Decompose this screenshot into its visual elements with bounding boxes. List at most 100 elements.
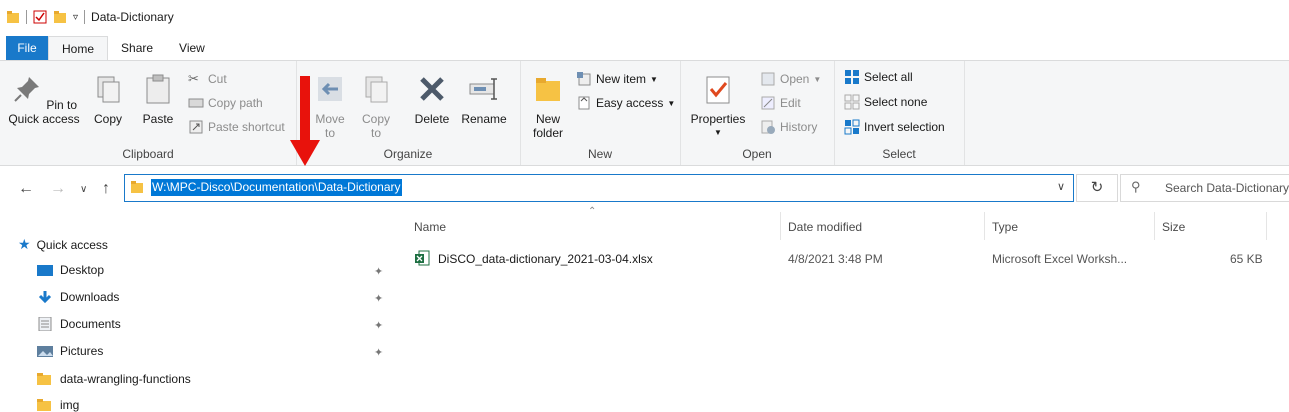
column-divider[interactable] — [1266, 212, 1267, 240]
cut-button[interactable]: ✂ Cut — [188, 69, 227, 89]
new-folder-button[interactable]: New folder — [528, 73, 568, 140]
edit-button[interactable]: Edit — [760, 93, 801, 113]
refresh-button[interactable]: ↻ — [1076, 174, 1118, 202]
folder-icon — [131, 181, 143, 193]
column-divider[interactable] — [1154, 212, 1155, 240]
pin-icon[interactable]: ✦ — [374, 265, 383, 278]
customize-toolbar-icon[interactable]: ▿ — [73, 12, 78, 23]
quick-access-toolbar: ▿ Data-Dictionary — [6, 10, 174, 24]
dropdown-arrow-icon: ▼ — [667, 98, 676, 108]
history-icon — [761, 120, 775, 134]
properties-checkmark-icon — [706, 76, 730, 104]
select-group: Select all Select none Invert selection … — [834, 61, 965, 165]
new-folder-icon[interactable] — [53, 10, 67, 24]
easy-access-button[interactable]: Easy access ▼ — [576, 93, 675, 113]
new-group-label: New — [587, 147, 612, 161]
column-header-type[interactable]: Type — [992, 220, 1018, 234]
paste-shortcut-button[interactable]: Paste shortcut — [188, 117, 285, 137]
folder-icon — [536, 78, 560, 101]
nav-item-data-wrangling-functions[interactable]: data-wrangling-functions — [36, 372, 191, 386]
address-bar[interactable]: W:\MPC-Disco\Documentation\Data-Dictiona… — [124, 174, 1074, 202]
rename-icon — [469, 78, 497, 100]
file-name: DiSCO_data-dictionary_2021-03-04.xlsx — [438, 252, 653, 266]
properties-checkbox-icon[interactable] — [33, 10, 47, 24]
tab-home[interactable]: Home — [48, 36, 109, 60]
column-header-date-modified[interactable]: Date modified — [788, 220, 862, 234]
copy-to-icon — [365, 76, 388, 103]
ribbon: Pin to Quick access Copy Paste ✂ Cut Cop… — [0, 60, 1289, 166]
select-none-icon — [844, 94, 860, 110]
title-bar: ▿ Data-Dictionary — [0, 0, 1289, 36]
open-button[interactable]: Open ▼ — [760, 69, 821, 89]
address-path[interactable]: W:\MPC-Disco\Documentation\Data-Dictiona… — [151, 179, 402, 196]
pin-icon[interactable]: ✦ — [374, 319, 383, 332]
open-label: Open — [780, 72, 810, 86]
nav-item-downloads[interactable]: Downloads — [36, 290, 119, 304]
column-divider[interactable] — [984, 212, 985, 240]
invert-selection-icon — [844, 119, 860, 135]
pin-icon — [14, 77, 39, 102]
scissors-icon: ✂ — [188, 71, 199, 86]
nav-item-documents[interactable]: Documents — [36, 317, 121, 331]
select-all-label: Select all — [864, 70, 913, 84]
easy-access-label: Easy access — [596, 96, 664, 110]
annotation-arrow-icon — [290, 76, 320, 166]
pin-icon[interactable]: ✦ — [374, 346, 383, 359]
file-size: 65 KB — [1230, 252, 1263, 266]
clipboard-group-label: Clipboard — [122, 147, 174, 161]
copy-label: Copy — [93, 112, 122, 126]
pin-to-quick-access-button[interactable]: Pin to Quick access — [8, 73, 80, 126]
forward-arrow-icon[interactable]: → — [50, 180, 66, 198]
divider — [26, 10, 27, 24]
new-item-button[interactable]: New item ▼ — [576, 69, 658, 89]
divider — [84, 10, 86, 24]
copy-path-icon — [188, 98, 204, 108]
organize-group-label: Organize — [383, 147, 433, 161]
paste-button[interactable]: Paste — [136, 73, 180, 126]
nav-item-pictures[interactable]: Pictures — [36, 344, 103, 358]
nav-item-label: Downloads — [60, 290, 120, 304]
delete-x-icon — [420, 77, 444, 101]
nav-item-label: Desktop — [60, 263, 105, 277]
table-row[interactable]: DiSCO_data-dictionary_2021-03-04.xlsx 4/… — [410, 246, 1276, 272]
tab-view[interactable]: View — [166, 36, 218, 60]
pictures-icon — [37, 346, 53, 357]
nav-item-quick-access[interactable]: ★ Quick access — [18, 236, 108, 253]
copy-path-button[interactable]: Copy path — [188, 93, 263, 113]
dropdown-arrow-icon: ▼ — [650, 74, 658, 84]
properties-button[interactable]: Properties ▼ — [688, 73, 748, 140]
select-none-label: Select none — [864, 95, 928, 109]
select-all-button[interactable]: Select all — [844, 67, 913, 87]
column-divider[interactable] — [780, 212, 781, 240]
clipboard-group: Pin to Quick access Copy Paste ✂ Cut Cop… — [0, 61, 297, 165]
copy-to-button[interactable]: Copy to — [356, 73, 396, 140]
select-none-button[interactable]: Select none — [844, 92, 927, 112]
download-arrow-icon — [38, 291, 52, 304]
column-header-name[interactable]: Name — [414, 220, 446, 234]
invert-selection-label: Invert selection — [864, 120, 945, 134]
nav-item-img[interactable]: img — [36, 398, 79, 412]
desktop-icon — [37, 265, 53, 276]
address-row: ← → ∨ ↑ W:\MPC-Disco\Documentation\Data-… — [0, 170, 1289, 206]
new-item-label: New item — [596, 72, 647, 86]
up-arrow-icon[interactable]: ↑ — [102, 180, 110, 198]
recent-locations-chevron-icon[interactable]: ∨ — [80, 184, 87, 195]
folder-icon — [37, 373, 51, 385]
pin-icon[interactable]: ✦ — [374, 292, 383, 305]
tab-file[interactable]: File — [6, 36, 48, 60]
nav-item-desktop[interactable]: Desktop — [36, 263, 104, 277]
column-header-size[interactable]: Size — [1162, 220, 1185, 234]
delete-label: Delete — [414, 112, 450, 126]
chevron-down-icon[interactable]: ∨ — [1057, 180, 1065, 193]
file-type: Microsoft Excel Worksh... — [992, 252, 1128, 266]
copy-button[interactable]: Copy — [88, 73, 128, 126]
rename-button[interactable]: Rename — [458, 73, 510, 126]
tab-share[interactable]: Share — [108, 36, 166, 60]
paste-label: Paste — [142, 112, 174, 126]
back-arrow-icon[interactable]: ← — [18, 180, 34, 198]
history-button[interactable]: History — [760, 117, 817, 137]
invert-selection-button[interactable]: Invert selection — [844, 117, 945, 137]
search-input[interactable]: ⚲ Search Data-Dictionary — [1120, 174, 1289, 202]
delete-button[interactable]: Delete — [408, 73, 456, 126]
properties-label: Properties — [690, 112, 746, 126]
